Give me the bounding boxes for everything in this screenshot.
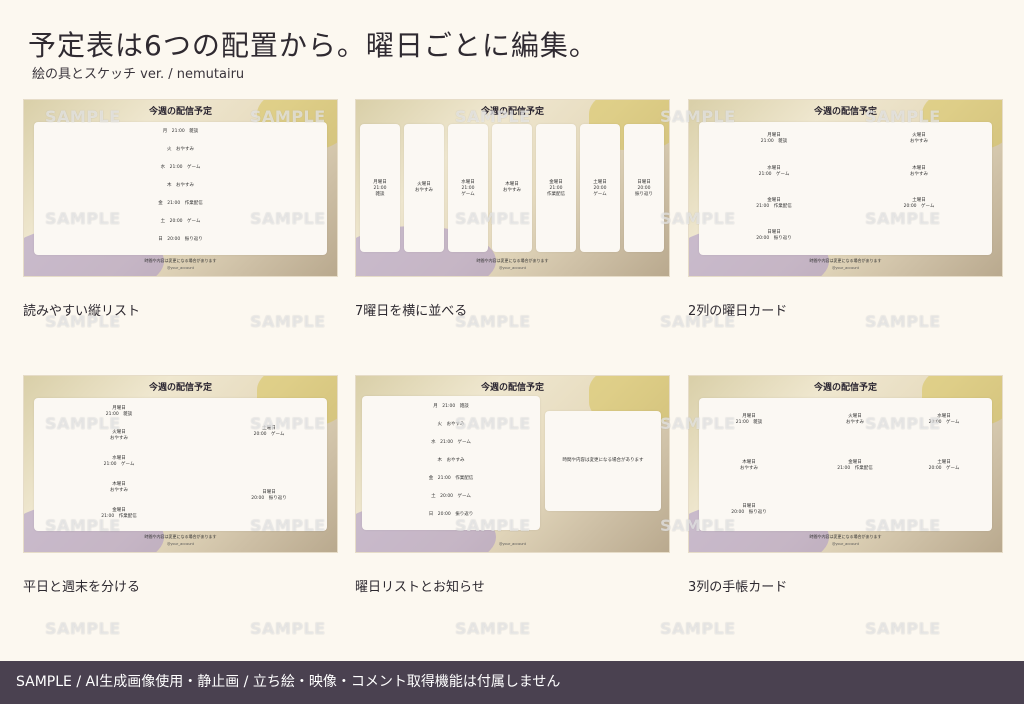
card-handle: @your_account (831, 542, 860, 546)
day-info: 21:00 作業配信 (756, 204, 792, 209)
day-content: ゲーム (593, 192, 607, 197)
footer-text: SAMPLE / AI生成画像使用・静止画 / 立ち絵・映像・コメント取得機能は… (16, 674, 561, 690)
sample-watermark: SAMPLE (865, 209, 941, 228)
sample-watermark: SAMPLE (455, 619, 531, 638)
sample-watermark: SAMPLE (455, 107, 531, 126)
schedule-panel: 月曜日 21:00 雑談 火曜日 おやすみ 水曜日 20:00 ゲーム 木曜日 … (699, 398, 992, 531)
sample-watermark: SAMPLE (45, 209, 121, 228)
page-subtitle: 絵の具とスケッチ ver. / nemutairu (32, 67, 245, 82)
schedule-panel: 月 21:00 雑談 火 おやすみ 水 21:00 ゲーム 木 おやすみ 金 2… (34, 122, 327, 255)
day-info: おやすみ (740, 466, 758, 471)
sample-watermark: SAMPLE (660, 312, 736, 331)
schedule-row: 木 おやすみ (167, 183, 194, 188)
sample-watermark: SAMPLE (250, 619, 326, 638)
day-content: 作業配信 (547, 192, 565, 197)
schedule-row: 金 21:00 作業配信 (158, 201, 203, 206)
sample-watermark: SAMPLE (250, 414, 326, 433)
day-info: 21:00 作業配信 (837, 466, 873, 471)
schedule-row: 金 21:00 作業配信 (428, 476, 474, 481)
page-title: 予定表は6つの配置から。曜日ごとに編集。 (28, 29, 598, 62)
sample-watermark: SAMPLE (45, 312, 121, 331)
sample-watermark: SAMPLE (250, 516, 326, 535)
sample-watermark: SAMPLE (660, 107, 736, 126)
schedule-row: 水 21:00 ゲーム (431, 440, 471, 445)
schedule-row: 火 おやすみ (167, 147, 194, 152)
sample-watermark: SAMPLE (865, 619, 941, 638)
card-note: 時間や内容は変更になる場合があります (144, 258, 217, 263)
sample-watermark: SAMPLE (250, 312, 326, 331)
schedule-row: 月 21:00 雑談 (162, 129, 199, 134)
sample-watermark: SAMPLE (865, 312, 941, 331)
schedule-row: 木 おやすみ (437, 458, 465, 463)
sample-watermark: SAMPLE (455, 312, 531, 331)
day-content: 振り返り (635, 192, 653, 197)
card-caption: 曜日リストとお知らせ (355, 580, 485, 595)
day-column: 金曜日 21:00 作業配信 (536, 124, 576, 252)
sample-watermark: SAMPLE (250, 107, 326, 126)
sample-watermark: SAMPLE (250, 209, 326, 228)
schedule-row: 日 20:00 振り返り (158, 237, 203, 242)
sample-watermark: SAMPLE (455, 414, 531, 433)
sample-watermark: SAMPLE (45, 619, 121, 638)
day-column: 月曜日 21:00 雑談 (360, 124, 400, 252)
day-content: ゲーム (461, 192, 475, 197)
sample-watermark: SAMPLE (660, 516, 736, 535)
footer-bar: SAMPLE / AI生成画像使用・静止画 / 立ち絵・映像・コメント取得機能は… (0, 661, 1024, 704)
day-info: 21:00 ゲーム (103, 462, 135, 467)
day-info: 20:00 振り返り (756, 236, 792, 241)
sample-watermark: SAMPLE (865, 516, 941, 535)
day-info: おやすみ (110, 436, 128, 441)
day-info: 20:00 ゲーム (928, 466, 960, 471)
day-info: おやすみ (910, 139, 928, 144)
day-column: 日曜日 20:00 振り返り (624, 124, 664, 252)
card-heading: 今週の配信予定 (480, 383, 544, 393)
notice-panel: 時間や内容は変更になる場合があります (545, 411, 661, 511)
sample-watermark: SAMPLE (455, 209, 531, 228)
day-column: 水曜日 21:00 ゲーム (448, 124, 488, 252)
card-handle: @your_account (498, 266, 527, 270)
sample-watermark: SAMPLE (45, 414, 121, 433)
day-time: おやすみ (415, 188, 433, 193)
schedule-row: 水 21:00 ゲーム (160, 165, 201, 170)
sample-watermark: SAMPLE (45, 516, 121, 535)
card-caption: 平日と週末を分ける (23, 580, 141, 595)
day-time: おやすみ (503, 188, 521, 193)
card-heading: 今週の配信予定 (148, 383, 212, 393)
day-info: 20:00 振り返り (251, 496, 287, 501)
card-handle: @your_account (166, 542, 195, 546)
day-column: 土曜日 20:00 ゲーム (580, 124, 620, 252)
sample-watermark: SAMPLE (865, 107, 941, 126)
day-info: 21:00 ゲーム (758, 172, 790, 177)
day-info: 21:00 雑談 (760, 139, 788, 144)
schedule-panel: 月曜日 21:00 雑談 火曜日 おやすみ 水曜日 21:00 ゲーム 木曜日 … (699, 122, 992, 255)
notice-text: 時間や内容は変更になる場合があります (562, 458, 644, 463)
sample-watermark: SAMPLE (45, 107, 121, 126)
schedule-row: 月 21:00 雑談 (433, 404, 469, 409)
card-handle: @your_account (166, 266, 195, 270)
sample-watermark: SAMPLE (660, 209, 736, 228)
day-content: 雑談 (375, 192, 385, 197)
schedule-row: 土 20:00 ゲーム (431, 494, 471, 499)
day-column: 木曜日 おやすみ (492, 124, 532, 252)
day-column: 火曜日 おやすみ (404, 124, 444, 252)
card-note: 時間や内容は変更になる場合があります (476, 258, 549, 263)
sample-watermark: SAMPLE (660, 619, 736, 638)
sample-watermark: SAMPLE (660, 414, 736, 433)
card-note: 時間や内容は変更になる場合があります (809, 258, 882, 263)
card-caption: 3列の手帳カード (688, 580, 788, 595)
day-info: おやすみ (110, 488, 128, 493)
card-caption: 7曜日を横に並べる (355, 304, 468, 319)
day-info: おやすみ (910, 172, 928, 177)
card-heading: 今週の配信予定 (813, 383, 877, 393)
sample-watermark: SAMPLE (865, 414, 941, 433)
card-handle: @your_account (498, 542, 527, 546)
card-handle: @your_account (831, 266, 860, 270)
sample-watermark: SAMPLE (455, 516, 531, 535)
